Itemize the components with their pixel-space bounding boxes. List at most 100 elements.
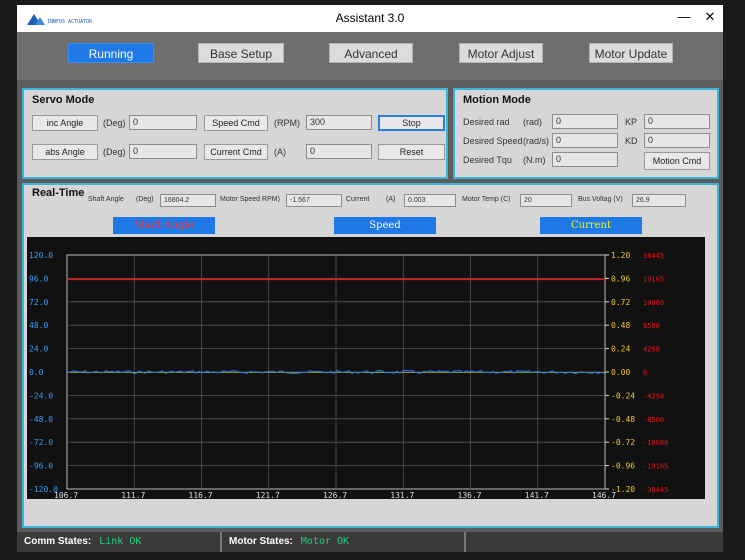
current-cmd-input[interactable]: 0	[306, 144, 372, 159]
realtime-panel: Real-Time Shaft Angle (Deg) 16804.2 Moto…	[22, 183, 719, 528]
minimize-button[interactable]: —	[674, 7, 694, 27]
right-axis-tick: 0.24	[611, 345, 630, 354]
window-title: Assistant 3.0	[335, 11, 405, 25]
tab-running[interactable]: Running	[68, 43, 154, 63]
current-label: Current	[346, 196, 370, 203]
bus-voltage-label: Bus Voltag (V)	[578, 196, 623, 203]
left-axis-tick: -24.0	[29, 391, 53, 400]
kp-input[interactable]: 0	[644, 114, 710, 129]
motor-speed-value: -1.567	[286, 194, 342, 207]
inc-angle-unit: (Deg)	[103, 118, 126, 128]
left-axis-tick: 120.0	[29, 251, 53, 260]
x-axis-tick: 146.7	[592, 491, 616, 499]
desired-rad-unit: (rad)	[523, 117, 543, 127]
servo-mode-title: Servo Mode	[32, 94, 95, 106]
tab-advanced[interactable]: Advanced	[329, 43, 413, 63]
current-value: 0.003	[404, 194, 456, 207]
servo-mode-panel: Servo Mode inc Angle (Deg) 0 Speed Cmd (…	[22, 88, 448, 179]
x-axis-tick: 116.7	[189, 491, 213, 499]
x-axis-tick: 126.7	[323, 491, 347, 499]
bus-voltage-value: 26.9	[632, 194, 686, 207]
right-axis-tick: -0.48	[611, 415, 635, 424]
right-axis2-tick: -8500	[643, 416, 664, 424]
desired-speed-input[interactable]: 0	[552, 133, 618, 148]
speed-unit: (RPM)	[274, 118, 300, 128]
abs-angle-unit: (Deg)	[103, 147, 126, 157]
current-cmd-button[interactable]: Current Cmd	[204, 144, 268, 160]
right-axis2-tick: 36445	[643, 252, 664, 260]
comm-status-value: Link OK	[99, 536, 142, 547]
right-axis2-tick: -4250	[643, 392, 664, 400]
tab-base-setup[interactable]: Base Setup	[198, 43, 284, 63]
right-axis2-tick: 0	[643, 369, 647, 377]
x-axis-tick: 111.7	[121, 491, 145, 499]
motor-temp-value: 20	[520, 194, 572, 207]
left-axis-tick: -72.0	[29, 438, 53, 447]
shaft-angle-unit: (Deg)	[136, 196, 154, 203]
current-unit: (A)	[274, 147, 286, 157]
motor-temp-label: Motor Temp (C)	[462, 196, 511, 203]
motor-speed-label: Motor Speed RPM)	[220, 196, 280, 203]
right-axis-tick: 0.72	[611, 298, 630, 307]
desired-speed-label: Desired Speed	[463, 136, 523, 146]
legend-current[interactable]: Current	[540, 217, 642, 234]
right-axis-tick: -0.24	[611, 391, 635, 400]
x-axis-tick: 131.7	[390, 491, 414, 499]
right-axis2-tick: -19165	[643, 463, 668, 471]
desired-rad-label: Desired rad	[463, 117, 510, 127]
right-axis-tick: -0.96	[611, 462, 635, 471]
legend-shaft-angle[interactable]: Shaft Angle	[113, 217, 215, 234]
left-axis-tick: 0.0	[29, 368, 44, 377]
left-axis-tick: 48.0	[29, 321, 48, 330]
left-axis-tick: -48.0	[29, 415, 53, 424]
speed-cmd-button[interactable]: Speed Cmd	[204, 115, 268, 131]
inc-angle-input[interactable]: 0	[129, 115, 197, 130]
speed-cmd-input[interactable]: 300	[306, 115, 372, 130]
realtime-chart[interactable]: 120.0 96.0 72.0 48.0 24.0 0.0 -24.0 -48.0 -72.0 -…	[27, 237, 705, 500]
title-bar: INNFOS ACTUATOR Assistant 3.0 — ✕	[17, 5, 723, 32]
desired-tqu-input[interactable]: 0	[552, 152, 618, 167]
right-axis2-tick: 10080	[643, 299, 664, 307]
kp-label: KP	[625, 117, 638, 127]
chart-svg: 120.0 96.0 72.0 48.0 24.0 0.0 -24.0 -48.0 -72.0 -…	[29, 251, 668, 500]
right-axis-tick: 0.96	[611, 274, 630, 283]
main-area: Running Base Setup Advanced Motor Adjust…	[17, 32, 723, 552]
x-axis-tick: 136.7	[458, 491, 482, 499]
kd-input[interactable]: 0	[644, 133, 710, 148]
desired-tqu-label: Desired Tqu	[463, 155, 512, 165]
right-axis-tick: 1.20	[611, 251, 630, 260]
desired-rad-input[interactable]: 0	[552, 114, 618, 129]
right-axis-tick: 0.48	[611, 321, 630, 330]
left-axis-tick: 96.0	[29, 274, 48, 283]
shaft-angle-label: Shaft Angle	[88, 196, 124, 203]
motion-mode-title: Motion Mode	[463, 94, 531, 106]
legend-speed[interactable]: Speed	[334, 217, 436, 234]
close-button[interactable]: ✕	[700, 7, 720, 27]
tab-motor-update[interactable]: Motor Update	[589, 43, 673, 63]
motion-mode-panel: Motion Mode Desired rad (rad) 0 KP 0 Des…	[453, 88, 719, 179]
shaft-angle-value: 16804.2	[160, 194, 216, 207]
motion-cmd-button[interactable]: Motion Cmd	[644, 152, 710, 170]
motor-status-value: Motor OK	[300, 536, 350, 547]
inc-angle-button[interactable]: inc Angle	[32, 115, 98, 131]
stop-button[interactable]: Stop	[378, 115, 445, 131]
left-axis-tick: 24.0	[29, 345, 48, 354]
right-axis2-tick: -36445	[643, 486, 668, 494]
abs-angle-button[interactable]: abs Angle	[32, 144, 98, 160]
reset-button[interactable]: Reset	[378, 144, 445, 160]
right-axis2-tick: 4250	[643, 346, 660, 354]
x-axis-tick: 141.7	[525, 491, 549, 499]
left-axis-tick: -96.0	[29, 462, 53, 471]
right-axis-tick: 0.00	[611, 368, 630, 377]
x-axis-tick: 106.7	[54, 491, 78, 499]
app-window: INNFOS ACTUATOR Assistant 3.0 — ✕ Runnin…	[17, 5, 723, 552]
left-axis-tick: 72.0	[29, 298, 48, 307]
abs-angle-input[interactable]: 0	[129, 144, 197, 159]
motor-status-label: Motor States:	[229, 536, 293, 547]
motor-status: Motor States: Motor OK	[222, 532, 466, 552]
status-bar: Comm States: Link OK Motor States: Motor O…	[17, 532, 723, 552]
right-axis2-tick: 8500	[643, 322, 660, 330]
right-axis-tick: -0.72	[611, 438, 635, 447]
tab-motor-adjust[interactable]: Motor Adjust	[459, 43, 543, 63]
realtime-title: Real-Time	[32, 187, 85, 199]
